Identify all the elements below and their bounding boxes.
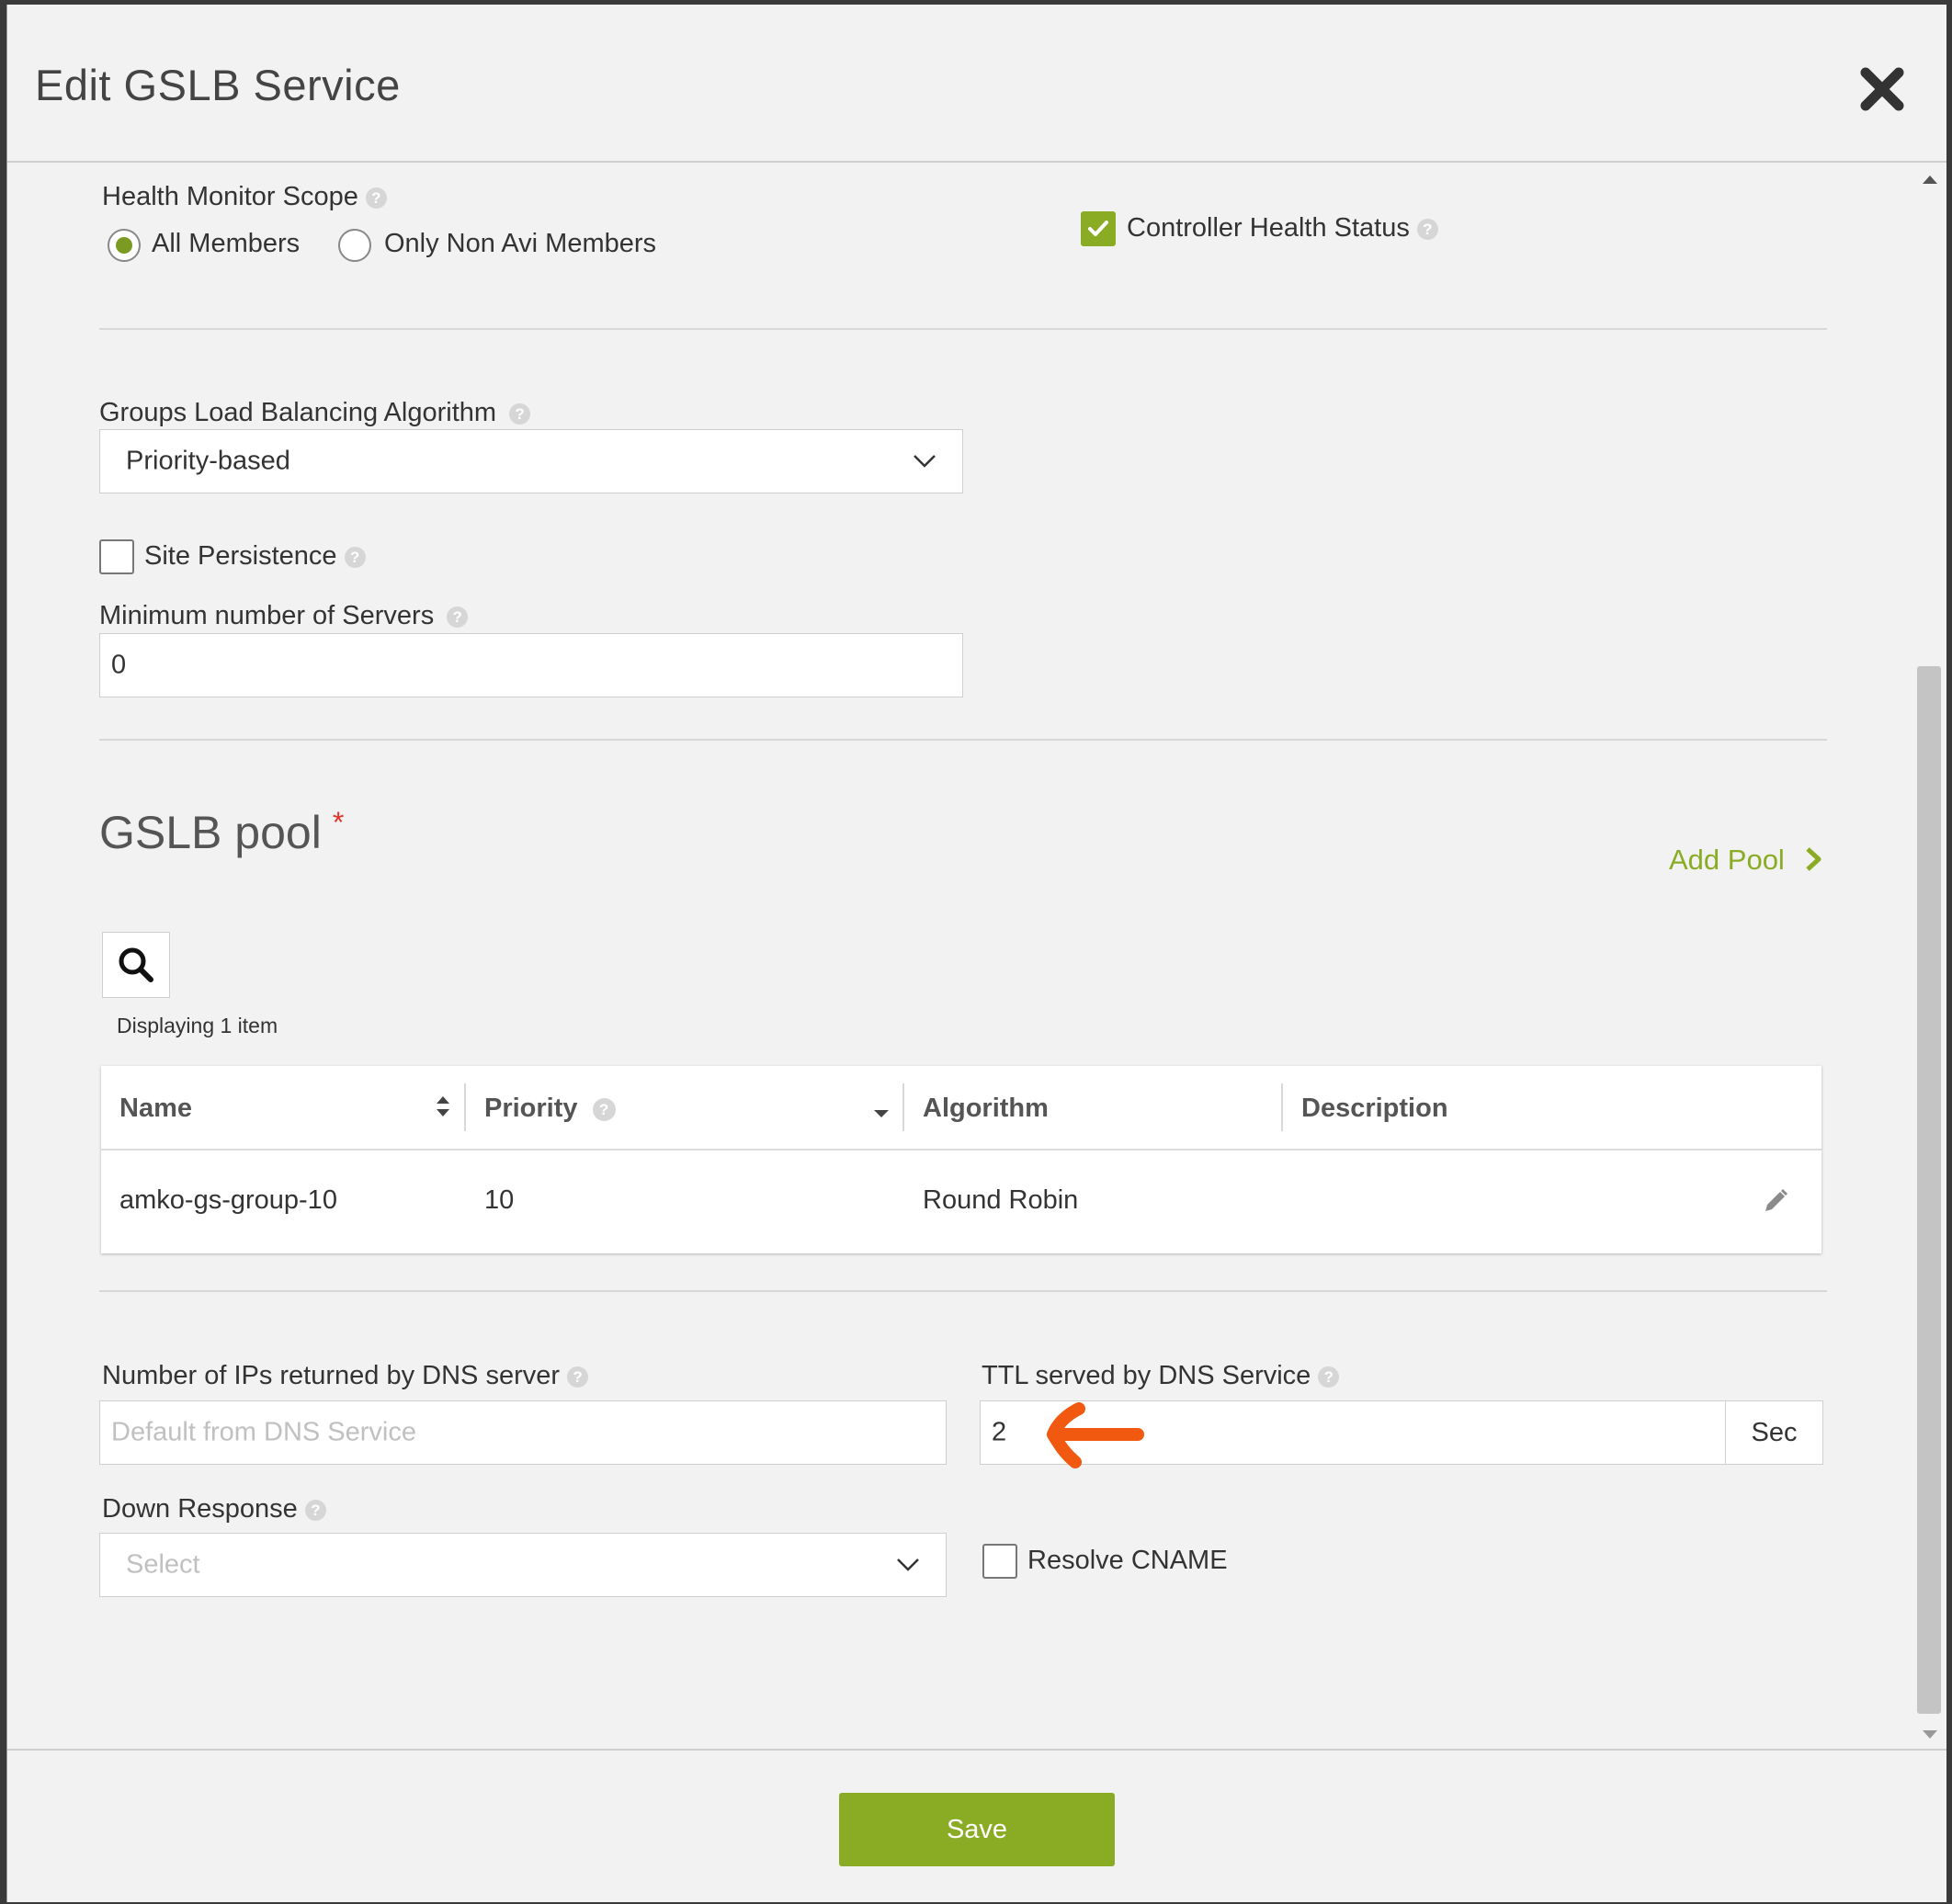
num-ips-label: Number of IPs returned by DNS server?: [102, 1361, 589, 1391]
displaying-count: Displaying 1 item: [117, 1014, 278, 1037]
help-icon[interactable]: ?: [1318, 1366, 1340, 1388]
help-icon[interactable]: ?: [447, 606, 469, 628]
modal-footer: Save: [7, 1749, 1946, 1904]
chevron-down-icon: [897, 1558, 919, 1571]
min-servers-value: 0: [111, 650, 127, 680]
ttl-unit-addon: Sec: [1725, 1400, 1823, 1465]
help-icon[interactable]: ?: [509, 402, 531, 425]
down-response-select[interactable]: Select: [99, 1533, 947, 1597]
num-ips-placeholder: Default from DNS Service: [111, 1417, 416, 1447]
modal-header: Edit GSLB Service: [7, 5, 1946, 163]
modal-title: Edit GSLB Service: [35, 61, 401, 109]
add-pool-label: Add Pool: [1669, 844, 1785, 876]
site-persistence-checkbox[interactable]: [99, 539, 134, 574]
down-response-placeholder: Select: [126, 1549, 200, 1580]
modal-body: Health Monitor Scope? All Members Only N…: [7, 163, 1946, 1748]
scrollbar-thumb[interactable]: [1917, 666, 1941, 1714]
chevron-down-icon: [914, 455, 936, 468]
add-pool-link[interactable]: Add Pool: [1669, 844, 1825, 877]
controller-health-status-checkbox[interactable]: [1081, 211, 1116, 246]
health-monitor-scope-label: Health Monitor Scope?: [102, 182, 387, 212]
sort-icon[interactable]: [435, 1094, 451, 1119]
groups-lb-algorithm-label: Groups Load Balancing Algorithm?: [99, 398, 531, 428]
column-header-algorithm[interactable]: Algorithm: [923, 1094, 1049, 1124]
column-header-priority[interactable]: Priority?: [484, 1094, 616, 1124]
search-icon: [119, 947, 153, 982]
cell-name: amko-gs-group-10: [119, 1185, 337, 1215]
ttl-label: TTL served by DNS Service?: [982, 1361, 1340, 1391]
scroll-up-arrow[interactable]: [1923, 176, 1937, 184]
chevron-right-icon: [1806, 847, 1821, 871]
search-button[interactable]: [102, 932, 170, 998]
column-header-description[interactable]: Description: [1301, 1094, 1448, 1124]
radio-button-only-non-avi[interactable]: [338, 229, 371, 262]
help-icon[interactable]: ?: [567, 1366, 589, 1388]
site-persistence-label: Site Persistence?: [144, 541, 366, 572]
checkmark-icon: [1088, 221, 1108, 236]
divider: [99, 739, 1827, 741]
cell-algorithm: Round Robin: [923, 1185, 1079, 1215]
close-button[interactable]: [1855, 62, 1910, 117]
arrow-annotation-icon: [1047, 1402, 1144, 1468]
radio-label-all-members: All Members: [152, 229, 301, 258]
gslb-pool-title: GSLB pool *: [99, 806, 345, 858]
pencil-icon[interactable]: [1762, 1187, 1789, 1215]
divider: [99, 328, 1827, 330]
column-header-name[interactable]: Name: [119, 1094, 192, 1124]
column-separator: [1281, 1083, 1283, 1131]
help-icon[interactable]: ?: [365, 187, 387, 209]
scroll-down-arrow[interactable]: [1923, 1730, 1937, 1739]
required-marker: *: [332, 806, 345, 839]
close-icon: [1860, 67, 1904, 111]
radio-button-all-members[interactable]: [108, 229, 141, 262]
save-button[interactable]: Save: [839, 1793, 1115, 1866]
resolve-cname-checkbox[interactable]: [982, 1544, 1017, 1579]
down-response-label: Down Response?: [102, 1494, 326, 1524]
edit-gslb-service-modal: Edit GSLB Service Health Monitor Scope? …: [6, 5, 1946, 1902]
min-servers-label: Minimum number of Servers?: [99, 601, 469, 631]
help-icon[interactable]: ?: [304, 1499, 326, 1521]
groups-lb-algorithm-select[interactable]: Priority-based: [99, 429, 963, 493]
scrollbar[interactable]: [1912, 163, 1946, 1748]
divider: [99, 1290, 1827, 1292]
table-header: Name Priority? Algorithm Description: [101, 1066, 1821, 1150]
help-icon[interactable]: ?: [592, 1097, 616, 1121]
sort-desc-icon[interactable]: [872, 1108, 891, 1119]
help-icon[interactable]: ?: [344, 546, 366, 568]
help-icon[interactable]: ?: [1416, 218, 1438, 240]
resolve-cname-label: Resolve CNAME: [1027, 1546, 1228, 1575]
gslb-pool-table: Name Priority? Algorithm Description amk…: [101, 1066, 1821, 1253]
num-ips-input[interactable]: Default from DNS Service: [99, 1400, 947, 1465]
column-separator: [902, 1083, 904, 1131]
ttl-unit: Sec: [1751, 1418, 1798, 1447]
radio-label-only-non-avi: Only Non Avi Members: [384, 229, 657, 258]
min-servers-input[interactable]: 0: [99, 633, 963, 697]
ttl-value: 2: [992, 1417, 1007, 1447]
column-separator: [464, 1083, 466, 1131]
groups-lb-algorithm-value: Priority-based: [126, 446, 290, 476]
table-row[interactable]: amko-gs-group-10 10 Round Robin: [101, 1150, 1821, 1253]
cell-priority: 10: [484, 1185, 515, 1215]
controller-health-status-label: Controller Health Status?: [1127, 213, 1438, 244]
